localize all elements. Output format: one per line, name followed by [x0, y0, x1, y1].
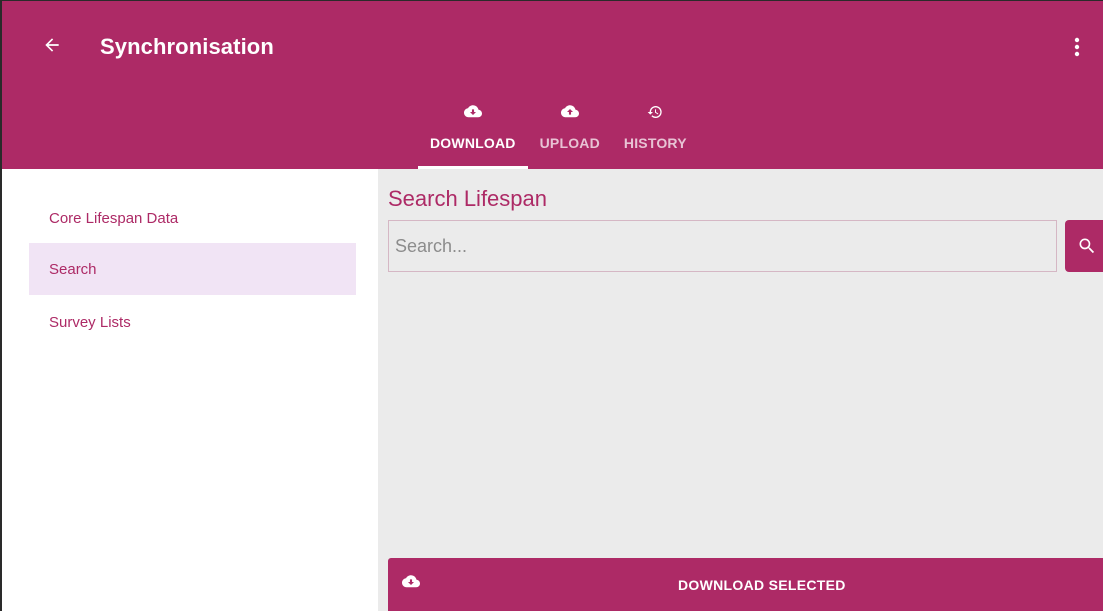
- sidebar-item-label: Search: [49, 260, 97, 278]
- sidebar-item-label: Survey Lists: [49, 313, 131, 331]
- main-content: Search Lifespan DOWNLOAD SELECTED: [378, 169, 1103, 611]
- tab-download[interactable]: DOWNLOAD: [418, 97, 528, 169]
- app-window: Synchronisation DOWNLOAD UPLOAD HISTORY …: [0, 0, 1103, 611]
- cloud-download-icon: [402, 575, 420, 594]
- more-vert-icon: [1074, 37, 1080, 57]
- search-heading: Search Lifespan: [388, 186, 547, 211]
- history-icon: [647, 101, 663, 123]
- sidebar-item-survey-lists[interactable]: Survey Lists: [29, 296, 356, 348]
- sidebar: Core Lifespan Data Search Survey Lists: [2, 169, 378, 611]
- sidebar-item-label: Core Lifespan Data: [49, 209, 179, 227]
- back-button[interactable]: [38, 31, 66, 59]
- tab-label: UPLOAD: [539, 135, 600, 151]
- tab-upload[interactable]: UPLOAD: [528, 97, 612, 169]
- search-input[interactable]: [388, 220, 1057, 272]
- overflow-menu-button[interactable]: [1065, 33, 1089, 61]
- cloud-download-icon: [463, 101, 482, 123]
- tab-history[interactable]: HISTORY: [612, 97, 699, 169]
- app-bar: Synchronisation DOWNLOAD UPLOAD HISTORY: [2, 1, 1103, 169]
- search-icon: [1079, 238, 1095, 254]
- download-selected-label: DOWNLOAD SELECTED: [678, 577, 846, 593]
- download-selected-button[interactable]: DOWNLOAD SELECTED: [388, 558, 1103, 611]
- sidebar-item-search[interactable]: Search: [29, 243, 356, 295]
- tab-label: DOWNLOAD: [430, 135, 516, 151]
- arrow-back-icon: [45, 38, 59, 52]
- page-title: Synchronisation: [100, 34, 274, 59]
- sidebar-item-core-lifespan-data[interactable]: Core Lifespan Data: [29, 192, 356, 244]
- cloud-upload-icon: [560, 101, 579, 123]
- tab-bar: DOWNLOAD UPLOAD HISTORY: [418, 97, 699, 169]
- search-button[interactable]: [1065, 220, 1103, 272]
- tab-label: HISTORY: [623, 135, 687, 151]
